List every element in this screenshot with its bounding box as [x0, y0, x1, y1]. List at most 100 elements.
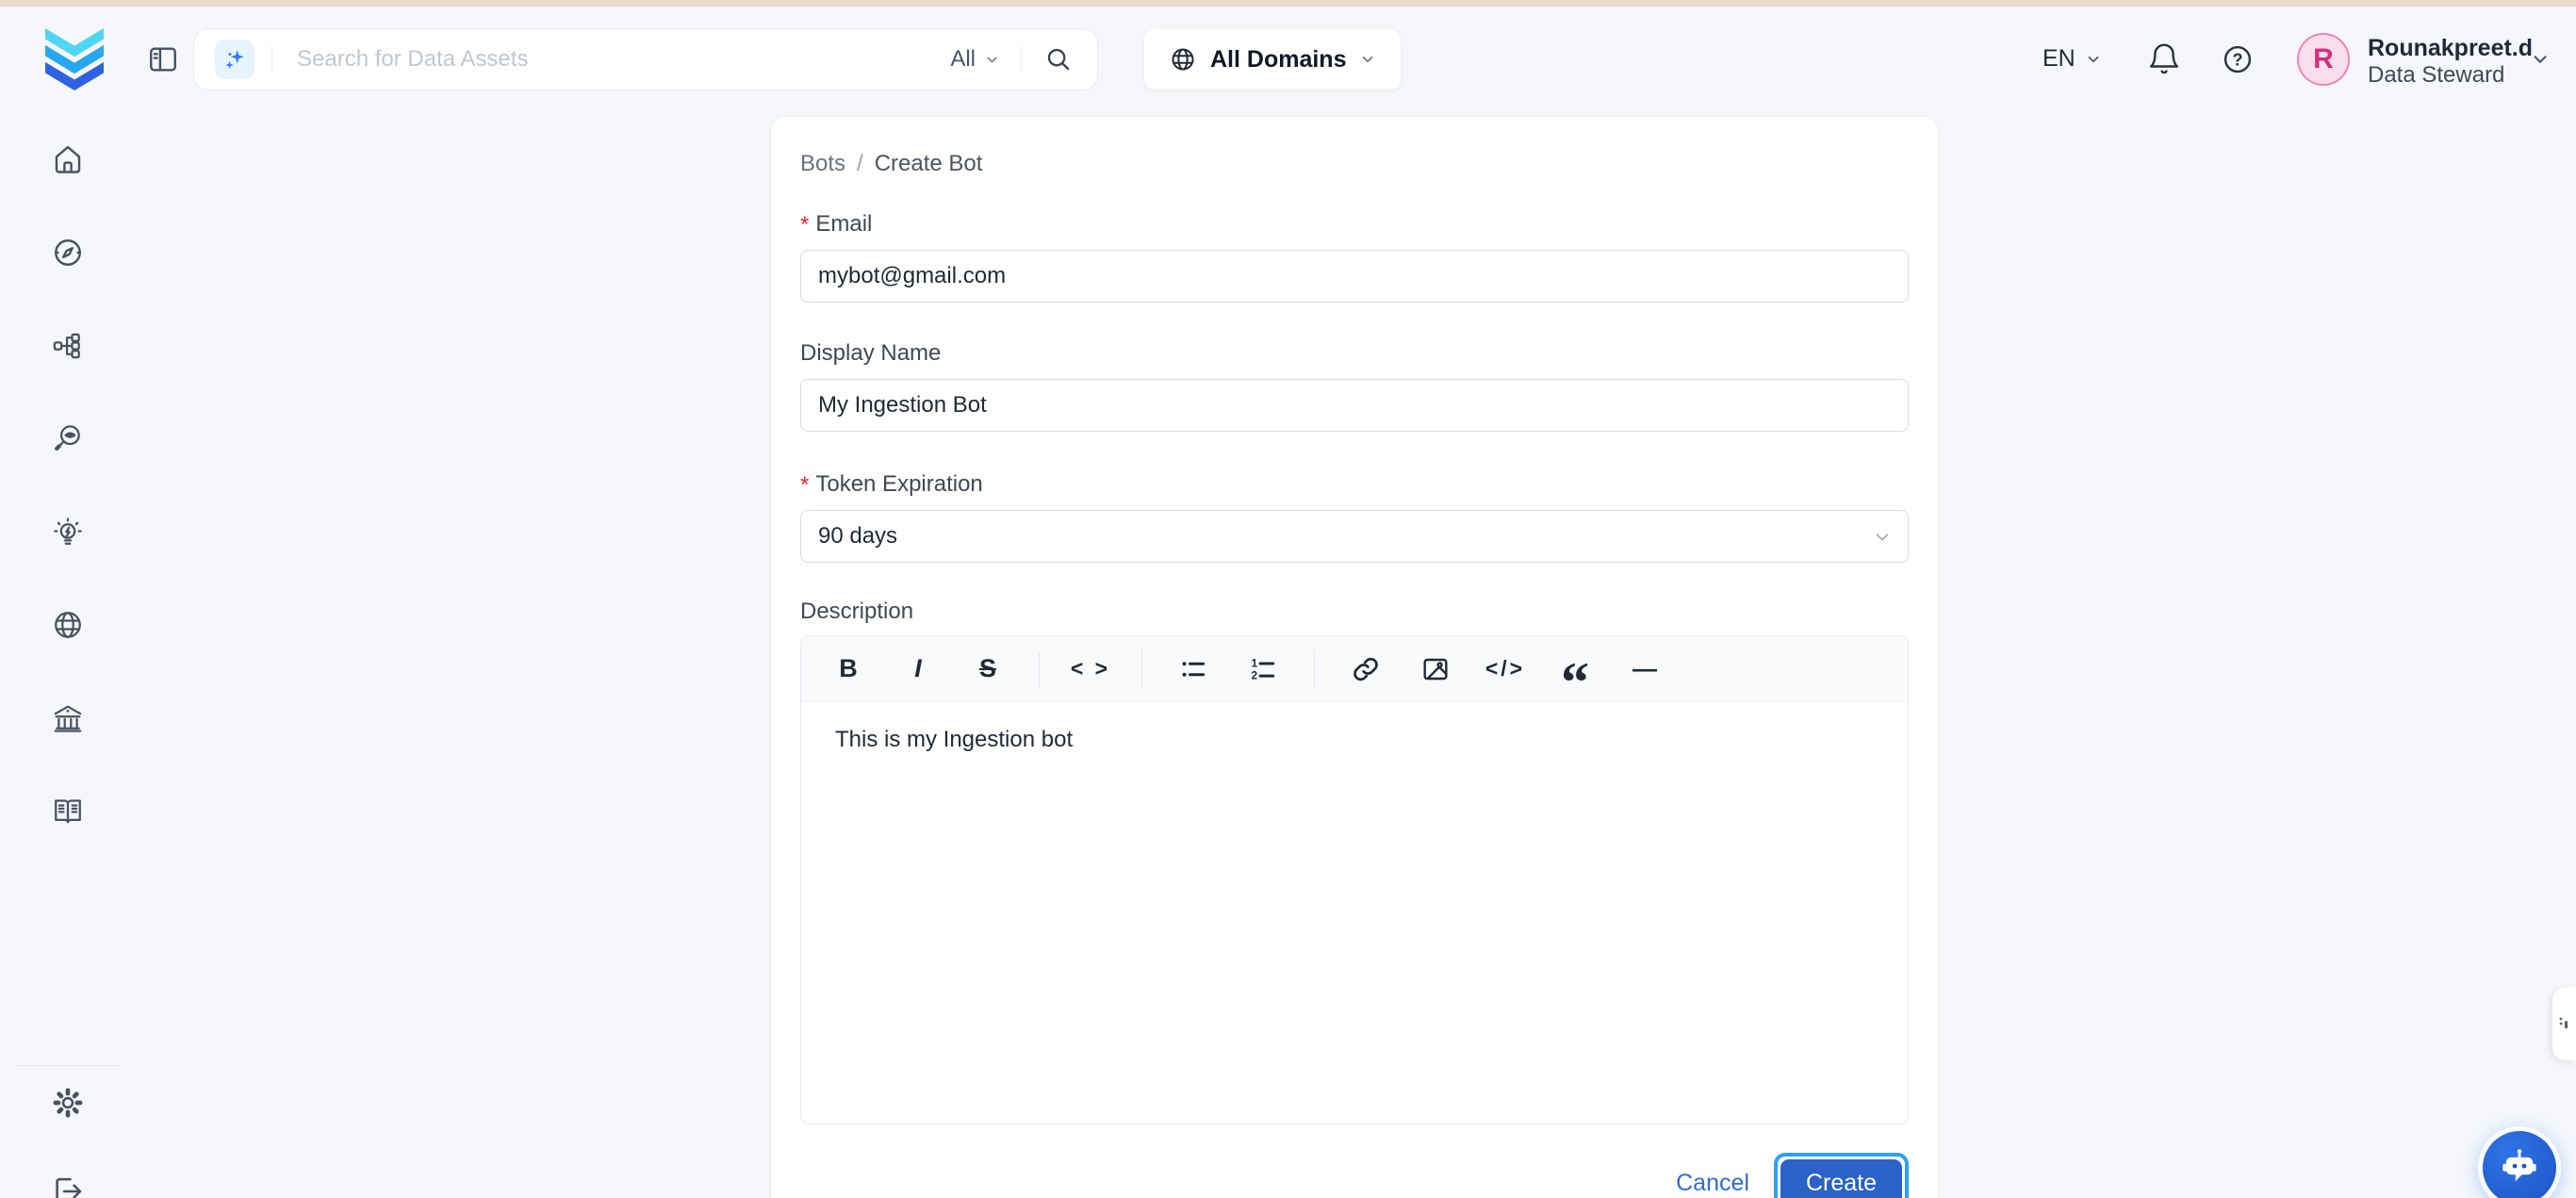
italic-button[interactable]: I	[897, 648, 939, 690]
numbered-list-icon: 1 2	[1249, 655, 1277, 683]
search-icon	[1044, 45, 1073, 74]
numbered-list-button[interactable]: 1 2	[1242, 648, 1284, 690]
robot-icon	[2498, 1146, 2541, 1190]
display-name-input[interactable]	[800, 379, 1909, 432]
strikethrough-button[interactable]: S	[967, 648, 1009, 690]
create-button[interactable]: Create	[1780, 1159, 1902, 1198]
italic-icon: I	[914, 654, 922, 683]
display-name-label-text: Display Name	[800, 340, 941, 367]
breadcrumb-separator: /	[857, 151, 863, 177]
bullet-list-icon	[1179, 655, 1207, 683]
globe-icon	[1169, 45, 1197, 74]
chevron-down-icon	[1359, 51, 1376, 68]
email-label-text: Email	[815, 211, 872, 238]
code-block-icon: </>	[1485, 656, 1525, 681]
chevron-down-icon	[1872, 527, 1893, 548]
bullet-list-button[interactable]	[1173, 648, 1214, 690]
link-icon	[1351, 654, 1381, 684]
display-name-label: Display Name	[800, 340, 1909, 367]
toolbar-divider	[1039, 650, 1040, 688]
quote-icon: “	[1561, 662, 1589, 690]
chevron-down-icon	[984, 52, 1000, 68]
bank-icon	[51, 701, 85, 735]
required-marker: *	[800, 211, 809, 237]
avatar-initial: R	[2313, 43, 2334, 75]
code-block-button[interactable]: </>	[1485, 648, 1526, 690]
horizontal-rule-icon: —	[1633, 654, 1657, 683]
app-logo[interactable]	[45, 28, 104, 95]
breadcrumb-bots-link[interactable]: Bots	[800, 151, 845, 177]
chatbot-launcher-button[interactable]	[2483, 1131, 2556, 1198]
lightbulb-icon	[51, 516, 85, 550]
search-input[interactable]	[297, 46, 950, 73]
token-expiration-field-group: * Token Expiration 90 days	[800, 471, 1909, 563]
token-expiration-label-text: Token Expiration	[815, 471, 982, 498]
description-editor: B I S < > 1 2	[800, 635, 1909, 1124]
user-menu-caret[interactable]	[2530, 49, 2552, 72]
chevron-down-icon	[2530, 49, 2551, 70]
description-editor-content[interactable]: This is my Ingestion bot	[801, 702, 1908, 1124]
search-divider	[1021, 45, 1022, 74]
sidebar-item-govern[interactable]	[51, 701, 85, 735]
user-role: Data Steward	[2368, 62, 2533, 89]
svg-text:1: 1	[1251, 656, 1257, 669]
link-button[interactable]	[1345, 648, 1386, 690]
window-top-strip	[0, 0, 2576, 7]
all-domains-selector[interactable]: All Domains	[1143, 28, 1402, 90]
sidebar-divider	[15, 1065, 121, 1066]
global-search-bar: All	[193, 28, 1098, 90]
svg-text:2: 2	[1251, 668, 1257, 681]
inline-code-button[interactable]: < >	[1070, 648, 1111, 690]
inline-code-icon: < >	[1071, 656, 1110, 681]
user-avatar[interactable]: R	[2297, 33, 2350, 86]
side-panel-handle[interactable]	[2552, 987, 2576, 1060]
description-label: Description	[800, 599, 1909, 625]
sidebar-item-discovery[interactable]	[51, 421, 85, 455]
globe-icon	[51, 608, 85, 642]
sidebar-item-logout[interactable]	[51, 1174, 85, 1198]
quote-button[interactable]: “	[1554, 648, 1596, 690]
display-name-field-group: Display Name	[800, 340, 1909, 432]
email-label: * Email	[800, 211, 1909, 238]
token-expiration-label: * Token Expiration	[800, 471, 1909, 498]
compass-icon	[51, 236, 85, 270]
ai-search-toggle[interactable]	[215, 40, 254, 79]
create-bot-card: Bots / Create Bot * Email Display Name *…	[770, 116, 1939, 1198]
sidebar-toggle-button[interactable]	[147, 43, 179, 75]
form-actions: Cancel Create	[800, 1153, 1909, 1198]
sidebar-item-glossary[interactable]	[51, 794, 85, 828]
sidebar-item-insights[interactable]	[51, 516, 85, 550]
horizontal-rule-button[interactable]: —	[1624, 648, 1665, 690]
svg-text:?: ?	[2233, 50, 2243, 69]
panel-left-icon	[147, 43, 179, 75]
token-expiration-select[interactable]: 90 days	[800, 510, 1909, 563]
help-button[interactable]: ?	[2221, 42, 2255, 76]
bold-button[interactable]: B	[828, 648, 869, 690]
sparkles-icon	[222, 47, 247, 72]
sidebar-item-domains[interactable]	[51, 608, 85, 642]
bold-icon: B	[839, 654, 858, 683]
logo-chevrons-icon	[45, 28, 104, 90]
all-domains-label: All Domains	[1210, 46, 1346, 74]
language-selector[interactable]: EN	[2043, 45, 2102, 73]
required-marker: *	[800, 471, 809, 497]
image-button[interactable]	[1415, 648, 1456, 690]
search-scope-select[interactable]: All	[950, 46, 1000, 73]
sidebar-item-lineage[interactable]	[51, 329, 85, 363]
toolbar-divider	[1141, 650, 1142, 688]
sidebar-item-settings[interactable]	[51, 1086, 85, 1120]
search-submit-button[interactable]	[1042, 43, 1075, 75]
cancel-button[interactable]: Cancel	[1676, 1170, 1749, 1197]
open-book-icon	[51, 794, 85, 828]
search-scope-value: All	[950, 46, 976, 73]
user-name: Rounakpreet.d	[2368, 34, 2533, 62]
chevron-down-icon	[2085, 51, 2102, 68]
flow-graph-icon	[51, 329, 85, 363]
sidebar-item-home[interactable]	[51, 142, 85, 176]
user-menu[interactable]: Rounakpreet.d Data Steward	[2368, 34, 2533, 89]
sidebar-item-explore[interactable]	[51, 236, 85, 270]
notifications-button[interactable]	[2147, 42, 2181, 76]
bell-icon	[2147, 42, 2181, 76]
email-input[interactable]	[800, 250, 1909, 303]
breadcrumb-current: Create Bot	[875, 151, 983, 177]
